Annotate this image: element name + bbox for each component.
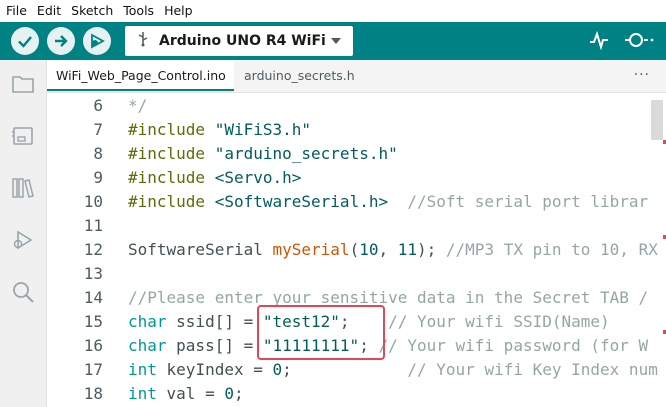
line-number: 7: [93, 120, 103, 139]
code-token: //Please enter your sensitive data in th…: [128, 288, 649, 307]
code-line[interactable]: 18 int val = 0;: [47, 382, 659, 406]
boards-manager-icon[interactable]: [11, 124, 35, 148]
code-token: 10: [359, 240, 379, 259]
line-number: 13: [83, 264, 103, 283]
code-token: #include: [128, 144, 215, 163]
debug-icon: [91, 33, 105, 49]
library-manager-icon[interactable]: [11, 176, 35, 200]
code-token: */: [128, 96, 148, 115]
code-text: #include <SoftwareSerial.h> //Soft seria…: [128, 190, 648, 214]
code-token: <Servo.h>: [214, 168, 302, 187]
code-line[interactable]: 17 int keyIndex = 0; // Your wifi Key Ind…: [47, 358, 659, 382]
line-number: 11: [83, 216, 103, 235]
code-token: char: [128, 336, 167, 355]
arrow-right-icon: [55, 35, 68, 47]
code-token: #include: [128, 120, 215, 139]
tab-arduino-secrets[interactable]: arduino_secrets.h: [244, 60, 364, 92]
code-token: pass[] =: [166, 336, 263, 355]
usb-icon: [137, 31, 149, 51]
menu-file[interactable]: File: [0, 0, 32, 22]
code-token: ;: [233, 384, 244, 403]
code-token: #include: [128, 168, 215, 187]
code-token: keyIndex =: [156, 360, 273, 379]
code-line[interactable]: 13: [47, 262, 659, 286]
menu-bar: File Edit Sketch Tools Help: [0, 0, 666, 22]
menu-tools[interactable]: Tools: [118, 0, 159, 22]
editor-tabs: WiFi_Web_Page_Control.ino arduino_secret…: [47, 60, 666, 93]
verify-button[interactable]: [11, 27, 39, 55]
line-number: 12: [83, 240, 103, 259]
debug-sidebar-icon[interactable]: [11, 228, 35, 252]
sketchbook-folder-icon[interactable]: [11, 72, 35, 96]
code-token: (: [349, 240, 360, 259]
code-token: 11: [397, 240, 417, 259]
upload-button[interactable]: [47, 27, 75, 55]
code-text: */: [128, 94, 147, 118]
serial-monitor-button[interactable]: [623, 30, 655, 54]
more-tabs-button[interactable]: ···: [634, 60, 650, 90]
menu-sketch[interactable]: Sketch: [66, 0, 118, 22]
line-number: 18: [83, 384, 103, 403]
code-line[interactable]: 12 SoftwareSerial mySerial(10, 11); //MP3…: [47, 238, 659, 262]
code-line[interactable]: 9 #include <Servo.h>: [47, 166, 659, 190]
code-text: char pass[] = "11111111"; // Your wifi p…: [128, 334, 648, 358]
code-text: SoftwareSerial mySerial(10, 11); //MP3 T…: [128, 238, 658, 262]
code-token: 0: [272, 360, 283, 379]
code-text: //Please enter your sensitive data in th…: [128, 286, 648, 310]
line-number: 14: [83, 288, 103, 307]
code-token: int: [128, 384, 157, 403]
code-text: #include <Servo.h>: [128, 166, 301, 190]
code-token: //Soft serial port librar: [388, 192, 649, 211]
board-name: Arduino UNO R4 WiFi: [159, 33, 326, 49]
line-number: 10: [83, 192, 103, 211]
code-token: // Your wifi Key Index numbe: [407, 360, 659, 379]
code-token: #include: [128, 192, 215, 211]
code-token: // Your wifi password (for W: [378, 336, 649, 355]
code-text: #include "WiFiS3.h": [128, 118, 311, 142]
code-line[interactable]: 10 #include <SoftwareSerial.h> //Soft ser…: [47, 190, 659, 214]
code-token: mySerial: [272, 240, 350, 259]
line-number: 6: [93, 96, 103, 115]
code-line[interactable]: 8 #include "arduino_secrets.h": [47, 142, 659, 166]
line-number: 17: [83, 360, 103, 379]
code-text: int keyIndex = 0; // Your wifi Key Index…: [128, 358, 659, 382]
code-text: #include "arduino_secrets.h": [128, 142, 398, 166]
code-token: SoftwareSerial: [128, 240, 273, 259]
line-number: 8: [93, 144, 103, 163]
code-token: ;: [282, 360, 408, 379]
line-number: 15: [83, 312, 103, 331]
serial-monitor-icon: [625, 33, 654, 47]
search-icon[interactable]: [11, 280, 35, 304]
menu-edit[interactable]: Edit: [32, 0, 66, 22]
board-selector[interactable]: Arduino UNO R4 WiFi: [125, 26, 353, 56]
code-token: 0: [224, 384, 234, 403]
code-token: "arduino_secrets.h": [214, 144, 398, 163]
line-number: 9: [93, 168, 103, 187]
code-token: char: [128, 312, 167, 331]
serial-plotter-button[interactable]: [588, 30, 610, 54]
plotter-icon: [590, 30, 608, 51]
code-token: //MP3 TX pin to 10, RX: [445, 240, 658, 259]
code-token: );: [417, 240, 446, 259]
tab-wifi-web-page-control[interactable]: WiFi_Web_Page_Control.ino: [47, 60, 234, 91]
code-token: ,: [378, 240, 398, 259]
code-token: ssid[] =: [166, 312, 263, 331]
code-token: "WiFiS3.h": [214, 120, 312, 139]
highlight-box: [257, 305, 385, 360]
line-number: 16: [83, 336, 103, 355]
debug-button[interactable]: [83, 27, 111, 55]
code-text: int val = 0;: [128, 382, 244, 406]
code-token: val =: [156, 384, 225, 403]
chevron-down-icon: [331, 38, 341, 44]
menu-help[interactable]: Help: [159, 0, 198, 22]
code-line[interactable]: 7 #include "WiFiS3.h": [47, 118, 659, 142]
code-line[interactable]: 11: [47, 214, 659, 238]
check-icon: [18, 36, 32, 48]
code-token: <SoftwareSerial.h>: [214, 192, 389, 211]
scrollbar-thumb[interactable]: [651, 100, 663, 140]
code-line[interactable]: 6 */: [47, 94, 659, 118]
activity-sidebar: [0, 60, 47, 407]
code-token: // Your wifi SSID(Name): [388, 312, 610, 331]
code-token: int: [128, 360, 157, 379]
